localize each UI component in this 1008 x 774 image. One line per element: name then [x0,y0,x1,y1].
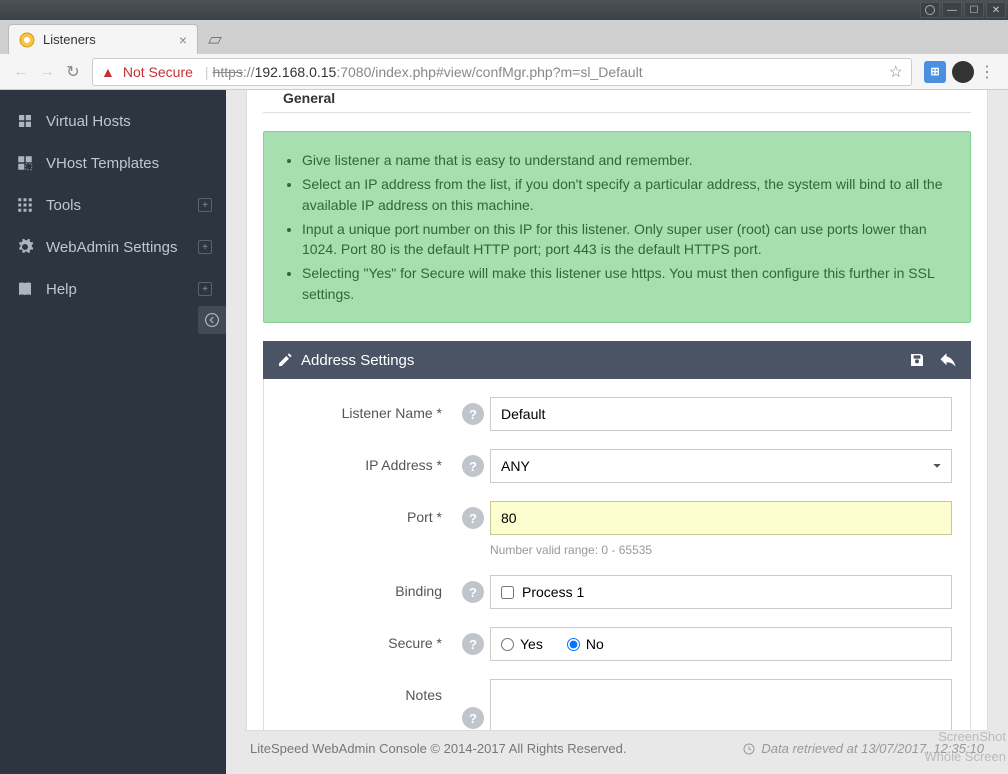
label-binding: Binding [282,575,456,599]
save-button[interactable] [909,352,925,368]
vhost-templates-icon [16,154,34,172]
row-ip-address: IP Address * ? ANY [282,449,952,483]
back-button[interactable]: ← [8,63,34,81]
tools-icon [16,196,34,214]
address-settings-panel: Address Settings Listener Name * ? [263,341,971,731]
book-icon [16,280,34,298]
row-binding: Binding ? Process 1 [282,575,952,609]
secure-yes-option[interactable]: Yes [501,636,543,652]
not-secure-warning-icon: ▲ [101,64,115,80]
url-separator: | [205,64,209,80]
secure-yes-radio[interactable] [501,638,514,651]
tab-bar: General [263,90,971,113]
sidebar-item-label: Tools [46,197,81,214]
new-tab-button[interactable]: ▱ [198,25,232,54]
tab-title: Listeners [43,32,179,47]
ip-address-select[interactable]: ANY [490,449,952,483]
window-minimize-button[interactable]: — [942,2,962,18]
panel-title: Address Settings [301,352,414,369]
binding-process1-checkbox[interactable] [501,586,514,599]
content-area: General Give listener a name that is eas… [226,90,1008,774]
browser-tab-strip: Listeners × ▱ [0,20,1008,54]
save-icon [909,352,925,368]
label-secure: Secure * [282,627,456,651]
app-container: Virtual Hosts VHost Templates Tools + We… [0,90,1008,774]
label-notes: Notes [282,679,456,703]
expand-icon[interactable]: + [198,198,212,212]
help-icon[interactable]: ? [462,507,484,529]
window-titlebar: — ☐ ✕ [0,0,1008,20]
binding-process1-label: Process 1 [522,584,584,600]
bookmark-star-icon[interactable]: ☆ [889,62,903,82]
sidebar: Virtual Hosts VHost Templates Tools + We… [0,90,226,774]
back-button[interactable] [939,351,957,369]
info-item: Selecting "Yes" for Secure will make thi… [302,263,952,304]
footer-copyright: LiteSpeed WebAdmin Console © 2014-2017 A… [250,741,626,756]
reload-button[interactable]: ↻ [60,62,86,82]
sidebar-item-virtual-hosts[interactable]: Virtual Hosts [0,100,226,142]
notes-textarea[interactable] [490,679,952,731]
sidebar-item-tools[interactable]: Tools + [0,184,226,226]
help-icon[interactable]: ? [462,581,484,603]
undo-icon [939,351,957,369]
row-port: Port * ? [282,501,952,535]
info-item: Input a unique port number on this IP fo… [302,219,952,260]
browser-toolbar: ← → ↻ ▲ Not Secure | https://192.168.0.1… [0,54,1008,90]
forward-button[interactable]: → [34,63,60,81]
address-bar[interactable]: ▲ Not Secure | https://192.168.0.15:7080… [92,58,912,86]
browser-tab[interactable]: Listeners × [8,24,198,54]
port-hint: Number valid range: 0 - 65535 [490,543,952,557]
sidebar-item-label: Help [46,281,77,298]
edit-icon [277,352,293,368]
help-icon[interactable]: ? [462,707,484,729]
screenshot-overlay: ScreenShot Whole Screen [924,727,1006,766]
not-secure-label: Not Secure [123,64,193,80]
row-notes: Notes ? [282,679,952,731]
content-panel: General Give listener a name that is eas… [246,90,988,731]
tab-general[interactable]: General [283,90,335,106]
window-alert-icon[interactable] [920,2,940,18]
window-close-button[interactable]: ✕ [986,2,1006,18]
help-icon[interactable]: ? [462,455,484,477]
expand-icon[interactable]: + [198,282,212,296]
help-icon[interactable]: ? [462,403,484,425]
tab-favicon-icon [19,32,35,48]
sidebar-item-label: VHost Templates [46,155,159,172]
secure-no-radio[interactable] [567,638,580,651]
port-input[interactable] [490,501,952,535]
chevron-left-icon [205,313,219,327]
virtual-hosts-icon [16,112,34,130]
panel-body: Listener Name * ? IP Address * ? ANY [263,379,971,731]
label-listener-name: Listener Name * [282,397,456,421]
footer: LiteSpeed WebAdmin Console © 2014-2017 A… [226,731,1008,774]
sidebar-item-label: WebAdmin Settings [46,239,177,256]
window-maximize-button[interactable]: ☐ [964,2,984,18]
row-listener-name: Listener Name * ? [282,397,952,431]
url-text: https://192.168.0.15:7080/index.php#view… [213,64,643,80]
extension-icon[interactable]: ⊞ [924,61,946,83]
gear-icon [16,238,34,256]
sidebar-item-help[interactable]: Help + [0,268,226,310]
expand-icon[interactable]: + [198,240,212,254]
label-port: Port * [282,501,456,525]
listener-name-input[interactable] [490,397,952,431]
label-ip-address: IP Address * [282,449,456,473]
row-secure: Secure * ? Yes No [282,627,952,661]
sidebar-item-webadmin-settings[interactable]: WebAdmin Settings + [0,226,226,268]
clock-icon [743,743,755,755]
info-box: Give listener a name that is easy to und… [263,131,971,323]
info-item: Select an IP address from the list, if y… [302,174,952,215]
sidebar-collapse-button[interactable] [198,306,226,334]
sidebar-item-label: Virtual Hosts [46,113,131,130]
secure-no-option[interactable]: No [567,636,604,652]
tab-close-icon[interactable]: × [179,32,187,48]
panel-header: Address Settings [263,341,971,379]
help-icon[interactable]: ? [462,633,484,655]
sidebar-item-vhost-templates[interactable]: VHost Templates [0,142,226,184]
info-item: Give listener a name that is easy to und… [302,150,952,170]
profile-avatar-icon[interactable] [952,61,974,83]
browser-menu-icon[interactable]: ⋮ [974,62,1000,82]
